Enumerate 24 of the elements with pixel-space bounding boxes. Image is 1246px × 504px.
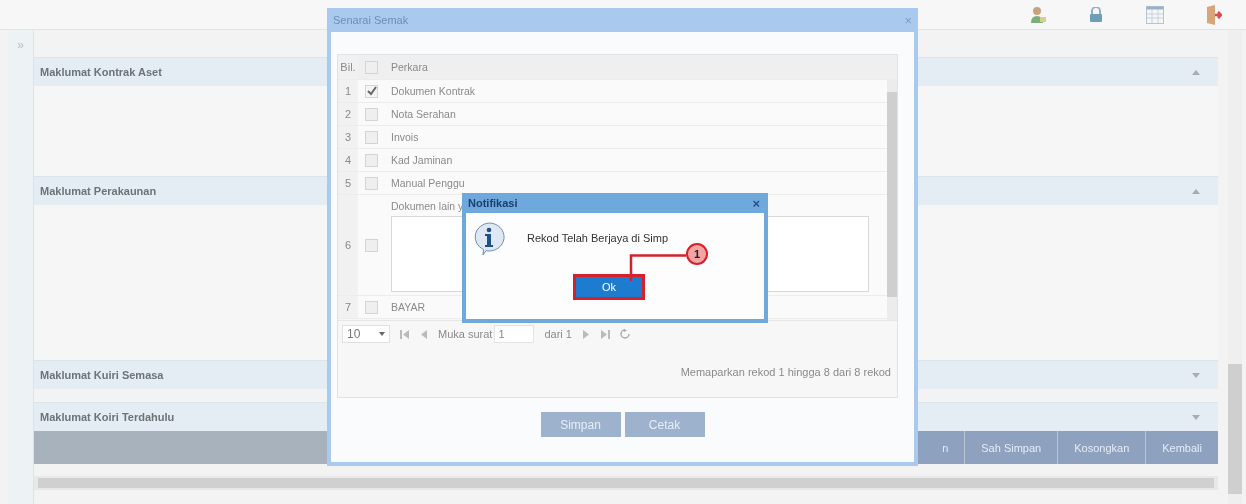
row-number: 3: [338, 126, 358, 148]
item-label: Dokumen Kontrak: [390, 85, 476, 97]
row-number: 2: [338, 103, 358, 125]
column-header: Perkara: [390, 61, 429, 73]
page-label: Muka surat: [438, 328, 493, 340]
dialog-title: Senarai Semak: [333, 14, 409, 26]
dialog-title: Notifikasi: [468, 197, 518, 209]
row-number: 1: [338, 80, 358, 102]
row-number: 6: [338, 195, 358, 295]
item-label: BAYAR: [390, 301, 426, 313]
row-number: 5: [338, 172, 358, 194]
record-summary: Memaparkan rekod 1 hingga 8 dari 8 rekod: [680, 366, 891, 378]
section-title: Maklumat Kontrak Aset: [40, 66, 162, 78]
row-number: 7: [338, 296, 358, 318]
section-title: Maklumat Kuiri Semasa: [40, 369, 164, 381]
item-label: Nota Serahan: [390, 108, 456, 120]
section-title: Maklumat Perakaunan: [40, 185, 157, 197]
row-number: 4: [338, 149, 358, 171]
page-count: dari 1: [544, 328, 572, 340]
notification-message: Rekod Telah Berjaya di Simp: [527, 232, 669, 244]
item-label: Manual Penggu: [390, 177, 465, 189]
item-label: Invois: [390, 131, 419, 143]
item-label: Kad Jaminan: [390, 154, 453, 166]
section-title: Maklumat Koiri Terdahulu: [40, 411, 175, 423]
